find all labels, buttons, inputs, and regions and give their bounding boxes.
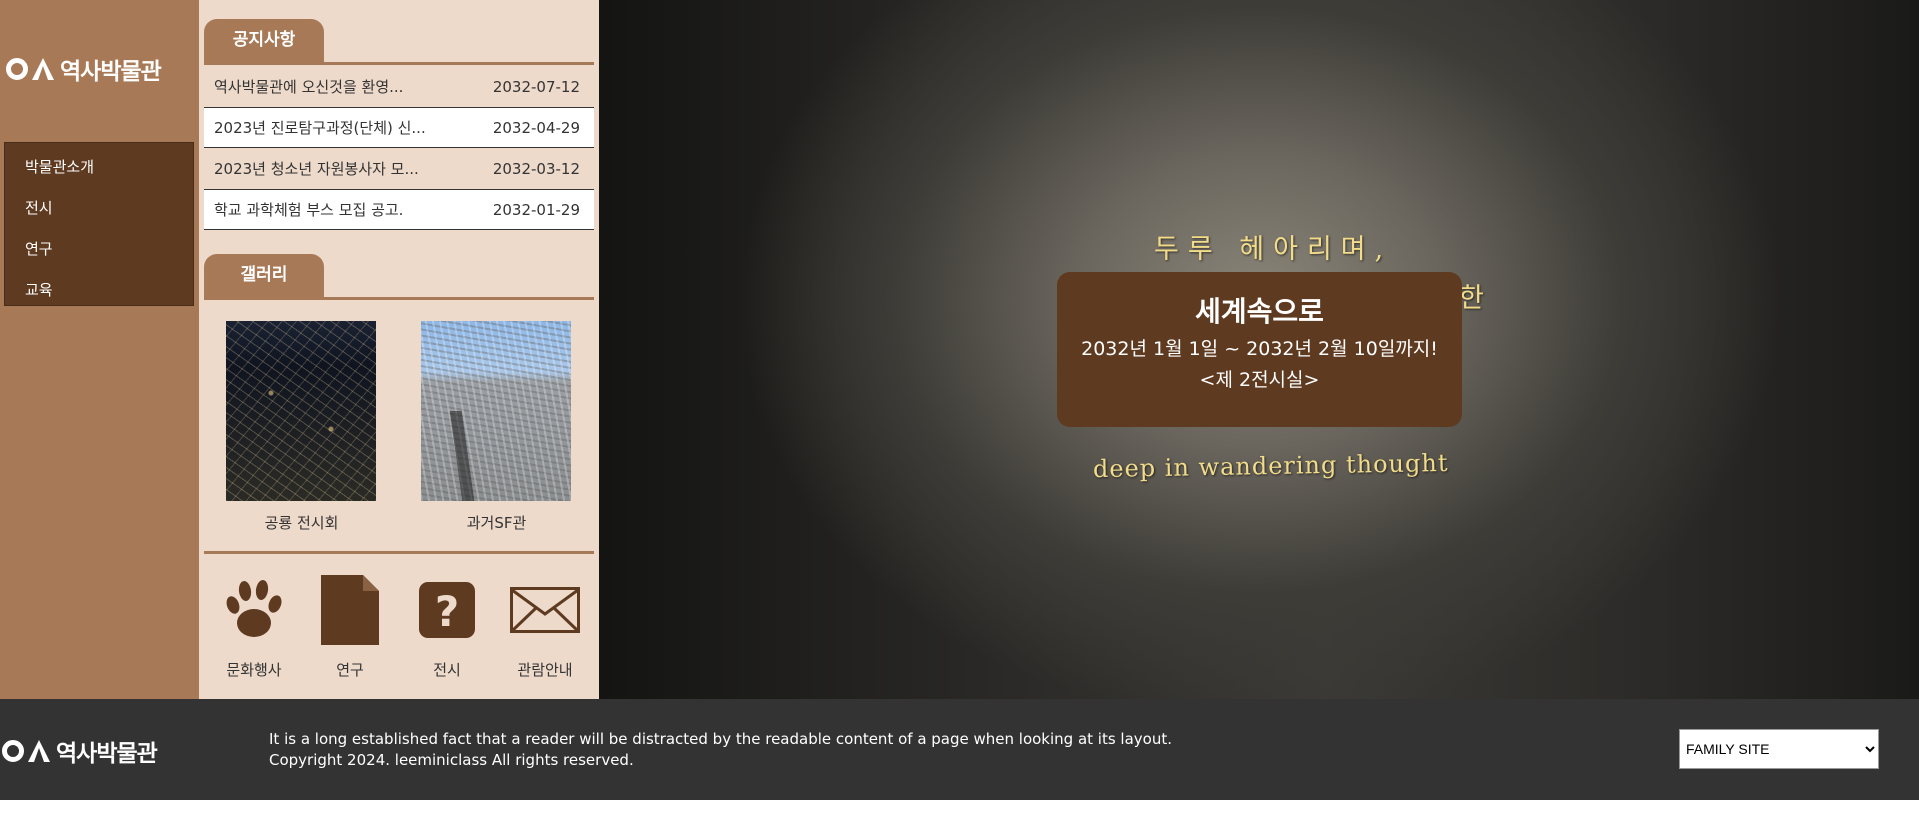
notice-title: 2023년 진로탐구과정(단체) 신... xyxy=(214,119,426,137)
notice-row[interactable]: 2023년 청소년 자원봉사자 모... 2032-03-12 xyxy=(204,148,594,189)
quick-divider xyxy=(204,551,594,554)
site-logo[interactable]: 역사박물관 xyxy=(6,52,162,86)
quick-link-research[interactable]: 연구 xyxy=(312,575,388,680)
nav-item-exhibition[interactable]: 전시 xyxy=(5,190,193,231)
notice-title: 학교 과학체험 부스 모집 공고. xyxy=(214,201,404,219)
quick-link-events[interactable]: 문화행사 xyxy=(216,575,292,680)
main-nav: 박물관소개 전시 연구 교육 xyxy=(4,142,194,306)
popup-title: 세계속으로 xyxy=(1195,295,1324,328)
gallery-divider xyxy=(204,297,594,300)
notice-date: 2032-04-29 xyxy=(492,118,580,137)
logo-mark-circle xyxy=(6,58,28,80)
quick-link-label: 관람안내 xyxy=(517,661,573,679)
logo-text: 역사박물관 xyxy=(60,59,162,85)
hero-text-english: deep in wandering thought xyxy=(1092,448,1449,484)
footer-logo-text: 역사박물관 xyxy=(56,741,158,767)
notice-row[interactable]: 역사박물관에 오신것을 환영... 2032-07-12 xyxy=(204,66,594,107)
gallery-caption: 과거SF관 xyxy=(466,514,527,532)
hero-text-korean: 두루 헤아리며, xyxy=(1154,234,1393,265)
footer-copyright: Copyright 2024. leeminiclass All rights … xyxy=(269,751,634,769)
envelope-icon xyxy=(510,587,580,633)
gallery-image-night-city[interactable] xyxy=(226,321,376,501)
popup-location: <제 2전시실> xyxy=(1199,369,1320,391)
quick-link-exhibition[interactable]: ? 전시 xyxy=(409,575,485,680)
notice-divider xyxy=(204,62,594,65)
content-column: 공지사항 역사박물관에 오신것을 환영... 2032-07-12 2023년 … xyxy=(199,0,599,699)
notice-list: 역사박물관에 오신것을 환영... 2032-07-12 2023년 진로탐구과… xyxy=(204,66,594,230)
nav-item-research[interactable]: 연구 xyxy=(5,231,193,272)
popup-dates: 2032년 1월 1일 ~ 2032년 2월 10일까지! xyxy=(1081,338,1438,360)
logo-mark-circle xyxy=(2,740,24,762)
footer-description: It is a long established fact that a rea… xyxy=(269,730,1173,748)
family-site-select[interactable]: FAMILY SITE xyxy=(1679,729,1879,769)
notice-date: 2032-07-12 xyxy=(492,77,580,96)
notice-date: 2032-03-12 xyxy=(492,159,580,178)
tab-notice[interactable]: 공지사항 xyxy=(204,19,324,63)
nav-item-education[interactable]: 교육 xyxy=(5,272,193,313)
quick-link-label: 전시 xyxy=(433,661,461,679)
notice-title: 역사박물관에 오신것을 환영... xyxy=(214,78,404,96)
quick-link-label: 문화행사 xyxy=(226,661,282,679)
footer-text: It is a long established fact that a rea… xyxy=(269,729,1172,771)
gallery-item[interactable]: 공룡 전시회 xyxy=(226,321,377,533)
question-icon: ? xyxy=(419,582,475,638)
notice-date: 2032-01-29 xyxy=(492,200,580,219)
logo-mark-triangle xyxy=(32,58,54,80)
tab-gallery[interactable]: 갤러리 xyxy=(204,254,324,298)
notice-row[interactable]: 학교 과학체험 부스 모집 공고. 2032-01-29 xyxy=(204,189,594,230)
footer-logo[interactable]: 역사박물관 xyxy=(2,734,158,768)
hero-text-korean-tail: 한 xyxy=(1459,283,1484,314)
quick-link-label: 연구 xyxy=(336,661,364,679)
svg-text:?: ? xyxy=(435,587,459,636)
nav-item-about[interactable]: 박물관소개 xyxy=(5,149,193,190)
notice-row[interactable]: 2023년 진로탐구과정(단체) 신... 2032-04-29 xyxy=(204,107,594,148)
document-icon xyxy=(321,575,379,645)
notice-title: 2023년 청소년 자원봉사자 모... xyxy=(214,160,419,178)
gallery-item[interactable]: 과거SF관 xyxy=(421,321,572,533)
logo-mark-triangle xyxy=(28,740,50,762)
quick-link-visit-guide[interactable]: 관람안내 xyxy=(507,575,583,680)
footer: 역사박물관 It is a long established fact that… xyxy=(0,699,1919,800)
gallery-image-day-city[interactable] xyxy=(421,321,571,501)
paw-icon xyxy=(226,580,282,637)
gallery-caption: 공룡 전시회 xyxy=(264,514,339,532)
left-column: 역사박물관 박물관소개 전시 연구 교육 xyxy=(0,0,199,699)
exhibition-popup[interactable]: 세계속으로 2032년 1월 1일 ~ 2032년 2월 10일까지! <제 2… xyxy=(1057,272,1462,427)
